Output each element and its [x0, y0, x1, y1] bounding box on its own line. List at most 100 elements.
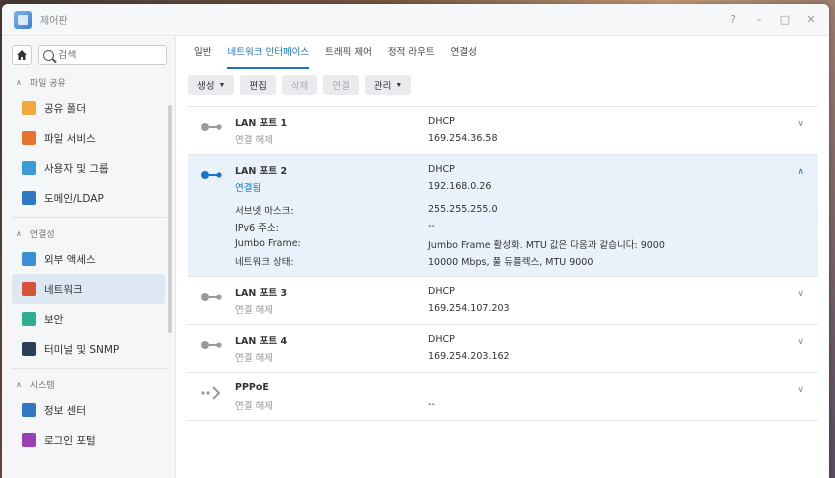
sidebar-item-icon [22, 342, 36, 356]
interface-mode: DHCP [428, 116, 455, 127]
sidebar-scrollbar[interactable] [168, 105, 172, 333]
detail-label: 서브넷 마스크: [235, 205, 294, 217]
sidebar-item[interactable]: 공유 폴더 [2, 93, 165, 123]
ethernet-port-icon [201, 123, 222, 131]
tab[interactable]: 일반 [194, 37, 211, 69]
help-icon[interactable]: ? [727, 13, 739, 26]
sidebar-item-icon [22, 433, 36, 447]
create-button[interactable]: 생성 ▼ [188, 75, 235, 95]
interface-name: LAN 포트 2 [235, 165, 288, 177]
ethernet-port-icon [201, 341, 222, 349]
chevron-up-icon[interactable]: ∧ [797, 167, 804, 177]
sidebar-item-icon [22, 131, 36, 145]
edit-button[interactable]: 편집 [240, 75, 276, 95]
home-icon [17, 50, 27, 60]
interface-name: LAN 포트 1 [235, 117, 288, 129]
close-icon[interactable]: ✕ [805, 13, 817, 26]
connect-label: 연결 [332, 81, 350, 92]
minimize-icon[interactable]: – [753, 13, 765, 26]
sidebar-item[interactable]: 로그인 포털 [2, 425, 165, 455]
search-box[interactable] [38, 45, 167, 65]
sidebar-item-icon [22, 282, 36, 296]
group-label: 파일 공유 [29, 78, 66, 89]
interface-status: 연결 해제 [235, 304, 273, 316]
chevron-up-icon: ∧ [16, 379, 22, 389]
interface-list: ∨ LAN 포트 1 DHCP 연결 해제 169.254.36.58 ∧ LAN 포트 2… [188, 106, 818, 421]
chevron-down-icon[interactable]: ∨ [797, 385, 804, 395]
sidebar-group-header[interactable]: ∧ 연결성 [2, 222, 175, 244]
interface-row[interactable]: ∨ LAN 포트 1 DHCP 연결 해제 169.254.36.58 [188, 107, 818, 155]
chevron-down-icon[interactable]: ∨ [797, 289, 804, 299]
detail-value: 255.255.255.0 [428, 204, 498, 215]
interface-ip: -- [428, 399, 435, 410]
sidebar-item[interactable]: 터미널 및 SNMP [2, 334, 165, 364]
control-panel-icon [14, 10, 32, 29]
detail-label: 네트워크 상태: [235, 256, 294, 268]
interface-mode: DHCP [428, 334, 455, 345]
maximize-icon[interactable]: □ [779, 13, 791, 26]
sidebar-item[interactable]: 네트워크 [12, 274, 165, 304]
sidebar-item-label: 보안 [44, 313, 64, 326]
sidebar-item[interactable]: 정보 센터 [2, 395, 165, 425]
control-panel-window: 제어판 ? – □ ✕ ∧ 파일 공유공유 폴더파일 서비스사용자 및 그룹도메인… [2, 4, 829, 478]
sidebar-group-header[interactable]: ∧ 시스템 [2, 373, 175, 395]
tab[interactable]: 트래픽 제어 [325, 37, 372, 69]
window-title: 제어판 [40, 16, 68, 27]
main-panel: 일반 네트워크 인터페이스 트래픽 제어 정적 라우트 연결성 생성 ▼ 편집 삭제 연결… [177, 37, 829, 478]
pppoe-icon [201, 386, 221, 400]
sidebar-item[interactable]: 외부 액세스 [2, 244, 165, 274]
tab[interactable]: 정적 라우트 [388, 37, 435, 69]
interface-status: 연결 해제 [235, 352, 273, 364]
home-button[interactable] [12, 45, 32, 65]
delete-button[interactable]: 삭제 [281, 75, 318, 95]
chevron-up-icon: ∧ [16, 77, 22, 87]
sidebar-item[interactable]: 파일 서비스 [2, 123, 165, 153]
sidebar-item-label: 파일 서비스 [44, 132, 96, 145]
group-label: 시스템 [29, 380, 55, 391]
interface-name: PPPoE [235, 382, 269, 393]
search-icon [43, 49, 54, 61]
tab-bar: 일반 네트워크 인터페이스 트래픽 제어 정적 라우트 연결성 [177, 37, 829, 69]
interface-ip: 169.254.203.162 [428, 351, 510, 362]
interface-row[interactable]: ∧ LAN 포트 2 DHCP 연결됨 192.168.0.26 서브넷 마스크: 255.… [188, 155, 818, 277]
interface-ip: 169.254.36.58 [428, 133, 498, 144]
connect-button[interactable]: 연결 [323, 75, 359, 95]
toolbar: 생성 ▼ 편집 삭제 연결 관리 ▼ [177, 69, 829, 101]
interface-row[interactable]: ∨ LAN 포트 3 DHCP 연결 해제 169.254.107.203 [188, 277, 818, 325]
title-bar[interactable]: 제어판 ? – □ ✕ [2, 4, 829, 36]
group-divider [12, 217, 167, 218]
detail-value: Jumbo Frame 활성화. MTU 값은 다음과 같습니다: 9000 [428, 239, 665, 251]
create-label: 생성 [197, 81, 215, 92]
manage-label: 관리 [373, 81, 392, 92]
sidebar-item-label: 터미널 및 SNMP [44, 343, 120, 356]
sidebar-item-label: 네트워크 [44, 283, 83, 296]
interface-row[interactable]: ∨ LAN 포트 4 DHCP 연결 해제 169.254.203.162 [188, 325, 818, 373]
tab[interactable]: 연결성 [451, 37, 477, 69]
sidebar-item-icon [22, 252, 36, 266]
interface-row[interactable]: ∨ PPPoE 연결 해제 -- [188, 373, 818, 421]
chevron-up-icon: ∧ [16, 228, 22, 238]
caret-down-icon: ▼ [218, 81, 226, 89]
caret-down-icon: ▼ [395, 81, 403, 89]
interface-status: 연결 해제 [235, 400, 273, 412]
sidebar-item-icon [22, 403, 36, 417]
sidebar-item-icon [22, 161, 36, 175]
interface-ip: 169.254.107.203 [428, 303, 510, 314]
tab[interactable]: 네트워크 인터페이스 [227, 37, 310, 69]
manage-button[interactable]: 관리 ▼ [364, 75, 412, 95]
sidebar-item-label: 정보 센터 [44, 404, 86, 417]
sidebar-item[interactable]: 사용자 및 그룹 [2, 153, 165, 183]
chevron-down-icon[interactable]: ∨ [797, 337, 804, 347]
sidebar-group-header[interactable]: ∧ 파일 공유 [2, 71, 175, 93]
chevron-down-icon[interactable]: ∨ [797, 119, 804, 129]
detail-value: -- [428, 221, 435, 232]
detail-label: Jumbo Frame: [235, 238, 301, 249]
search-input[interactable] [58, 49, 158, 61]
sidebar-item[interactable]: 도메인/LDAP [2, 183, 165, 213]
ethernet-port-icon [201, 293, 222, 301]
interface-mode: DHCP [428, 286, 455, 297]
interface-name: LAN 포트 4 [235, 335, 288, 347]
sidebar-item-label: 공유 폴더 [44, 102, 86, 115]
interface-status: 연결됨 [235, 182, 262, 194]
sidebar-item[interactable]: 보안 [2, 304, 165, 334]
